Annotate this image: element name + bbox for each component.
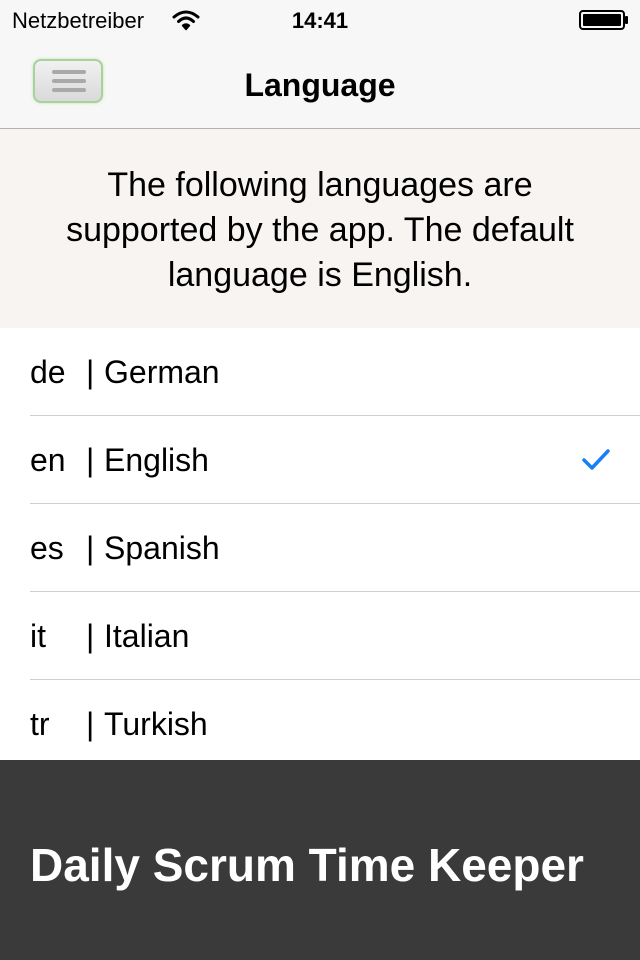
language-row-de[interactable]: de | German [0, 328, 640, 416]
separator: | [86, 354, 95, 390]
language-row-en[interactable]: en | English [0, 416, 640, 504]
footer-banner: Daily Scrum Time Keeper [0, 760, 640, 960]
language-name: English [104, 442, 209, 478]
checkmark-icon [582, 449, 610, 470]
status-bar: Netzbetreiber 14:41 [0, 0, 640, 40]
app-name: Daily Scrum Time Keeper [30, 839, 584, 891]
language-name: Spanish [104, 530, 220, 566]
navigation-bar: Language [0, 40, 640, 129]
language-code: en [30, 442, 66, 478]
language-name: German [104, 354, 220, 390]
info-panel: The following languages are supported by… [0, 129, 640, 328]
battery-icon [579, 10, 628, 30]
language-row-tr[interactable]: tr | Turkish [0, 680, 640, 768]
status-time: 14:41 [291, 8, 349, 33]
language-list: de | German en | English es | Spanish it… [0, 328, 640, 768]
language-row-es[interactable]: es | Spanish [0, 504, 640, 592]
language-code: es [30, 530, 64, 566]
page-title: Language [244, 67, 396, 103]
language-code: it [30, 618, 46, 654]
separator: | [86, 618, 95, 654]
separator: | [86, 530, 95, 566]
separator: | [86, 706, 95, 742]
separator: | [86, 442, 95, 478]
info-text: The following languages are supported by… [66, 166, 574, 294]
language-row-it[interactable]: it | Italian [0, 592, 640, 680]
language-code: tr [30, 706, 50, 742]
language-name: Italian [104, 618, 190, 654]
language-code: de [30, 354, 66, 390]
language-name: Turkish [104, 706, 208, 742]
